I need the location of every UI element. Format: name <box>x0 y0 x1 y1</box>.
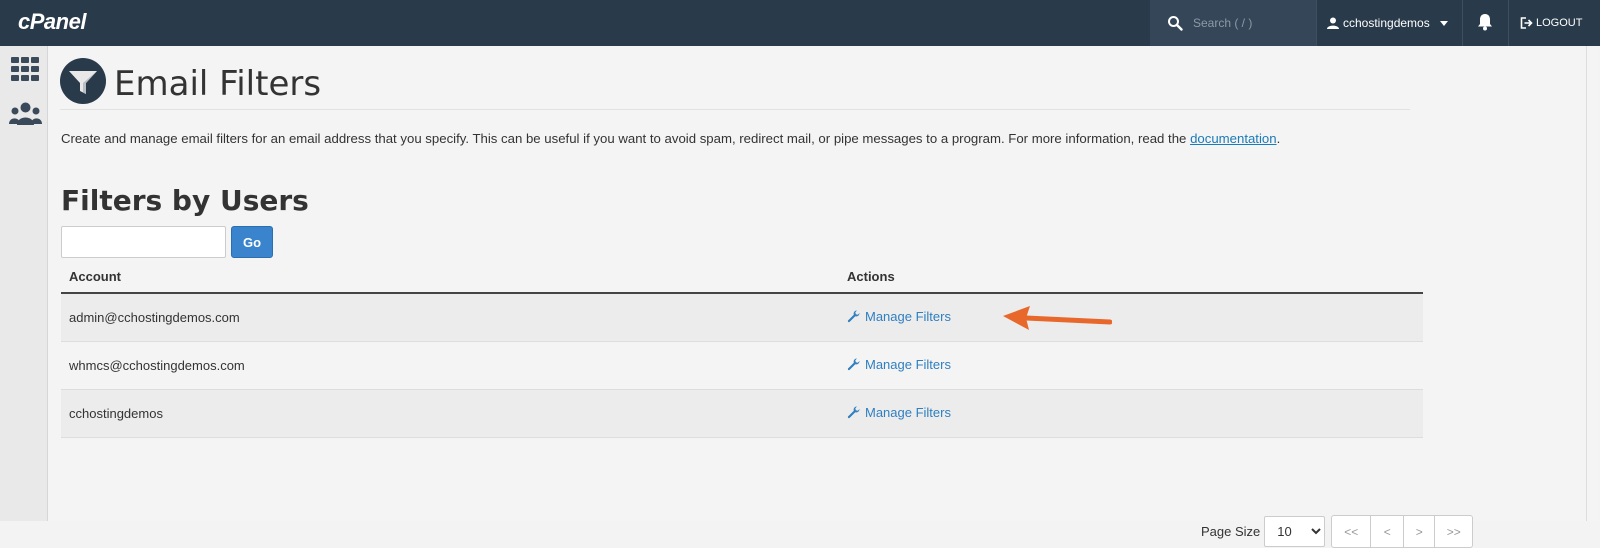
logout-icon <box>1520 17 1533 29</box>
description-end: . <box>1276 131 1281 146</box>
divider <box>1462 0 1463 46</box>
actions-cell: Manage Filters <box>839 293 1423 342</box>
manage-filters-label: Manage Filters <box>865 404 951 420</box>
filter-search-input[interactable] <box>61 226 226 258</box>
logout-button[interactable]: LOGOUT <box>1520 0 1582 46</box>
column-header-account[interactable]: Account <box>61 260 839 294</box>
user-menu[interactable]: cchostingdemos <box>1327 0 1448 46</box>
manage-filters-label: Manage Filters <box>865 356 951 372</box>
search-input[interactable] <box>1193 16 1308 30</box>
account-cell: whmcs@cchostingdemos.com <box>61 341 839 390</box>
table-header-row: Account Actions <box>61 260 1423 294</box>
manage-filters-label: Manage Filters <box>865 308 951 324</box>
sidebar <box>0 46 48 521</box>
annotation-arrow-icon <box>1003 306 1112 330</box>
bell-icon[interactable] <box>1477 13 1493 31</box>
logout-label: LOGOUT <box>1536 17 1583 29</box>
description-text: Create and manage email filters for an e… <box>61 131 1191 146</box>
column-header-actions: Actions <box>839 260 1423 294</box>
filters-table: Account Actions admin@cchostingdemos.com… <box>61 260 1423 438</box>
pager-buttons: << < > >> <box>1331 515 1474 548</box>
divider <box>1508 0 1509 46</box>
manage-filters-link[interactable]: Manage Filters <box>847 309 951 324</box>
username-label: cchostingdemos <box>1343 16 1430 30</box>
page-title: Email Filters <box>114 64 322 104</box>
table-row: admin@cchostingdemos.com Manage Filters <box>61 293 1423 342</box>
manage-filters-link[interactable]: Manage Filters <box>847 405 951 420</box>
documentation-link[interactable]: documentation <box>1190 131 1277 146</box>
section-title: Filters by Users <box>61 184 309 217</box>
wrench-icon <box>847 310 860 322</box>
pagination: Page Size 10 << < > >> <box>1201 515 1474 548</box>
search-box[interactable] <box>1150 0 1316 46</box>
page-edge-divider <box>1586 46 1587 521</box>
account-cell: admin@cchostingdemos.com <box>61 293 839 342</box>
top-navbar: cPanel cchostingdemos LOGOUT <box>0 0 1600 46</box>
wrench-icon <box>847 405 860 418</box>
search-icon <box>1168 16 1183 31</box>
users-icon[interactable] <box>9 102 42 126</box>
actions-cell: Manage Filters <box>839 389 1423 438</box>
table-row: whmcs@cchostingdemos.com Manage Filters <box>61 341 1423 390</box>
apps-grid-icon[interactable] <box>11 57 39 81</box>
main-content: Email Filters Create and manage email fi… <box>48 46 1598 548</box>
actions-cell: Manage Filters <box>839 341 1423 390</box>
page-description: Create and manage email filters for an e… <box>61 131 1280 146</box>
manage-filters-link[interactable]: Manage Filters <box>847 357 951 372</box>
divider <box>1316 0 1317 46</box>
account-cell: cchostingdemos <box>61 389 839 438</box>
user-icon <box>1327 17 1339 29</box>
table-row: cchostingdemos Manage Filters <box>61 389 1423 438</box>
page-size-label: Page Size <box>1201 524 1261 539</box>
wrench-icon <box>847 357 860 370</box>
cpanel-logo[interactable]: cPanel <box>18 9 86 35</box>
page-header: Email Filters <box>60 58 1410 110</box>
go-button[interactable]: Go <box>231 226 273 258</box>
email-filter-icon <box>60 58 106 104</box>
chevron-down-icon <box>1439 20 1448 26</box>
